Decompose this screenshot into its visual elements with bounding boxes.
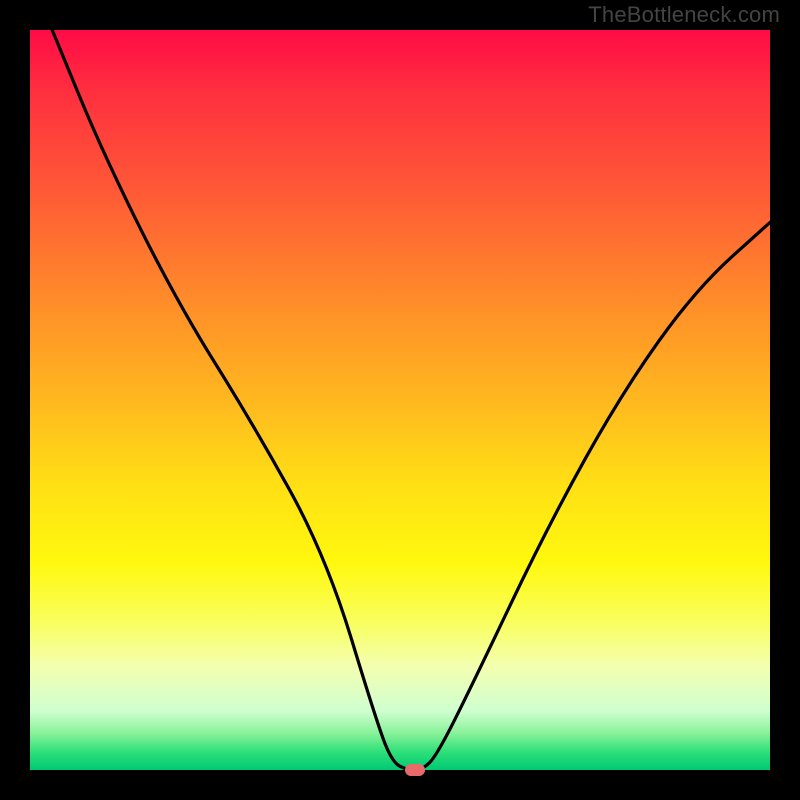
plot-area (30, 30, 770, 770)
min-marker (405, 764, 425, 776)
chart-frame: TheBottleneck.com (0, 0, 800, 800)
attribution-label: TheBottleneck.com (588, 2, 780, 28)
curve-svg (30, 30, 770, 770)
curve-path (52, 30, 770, 770)
